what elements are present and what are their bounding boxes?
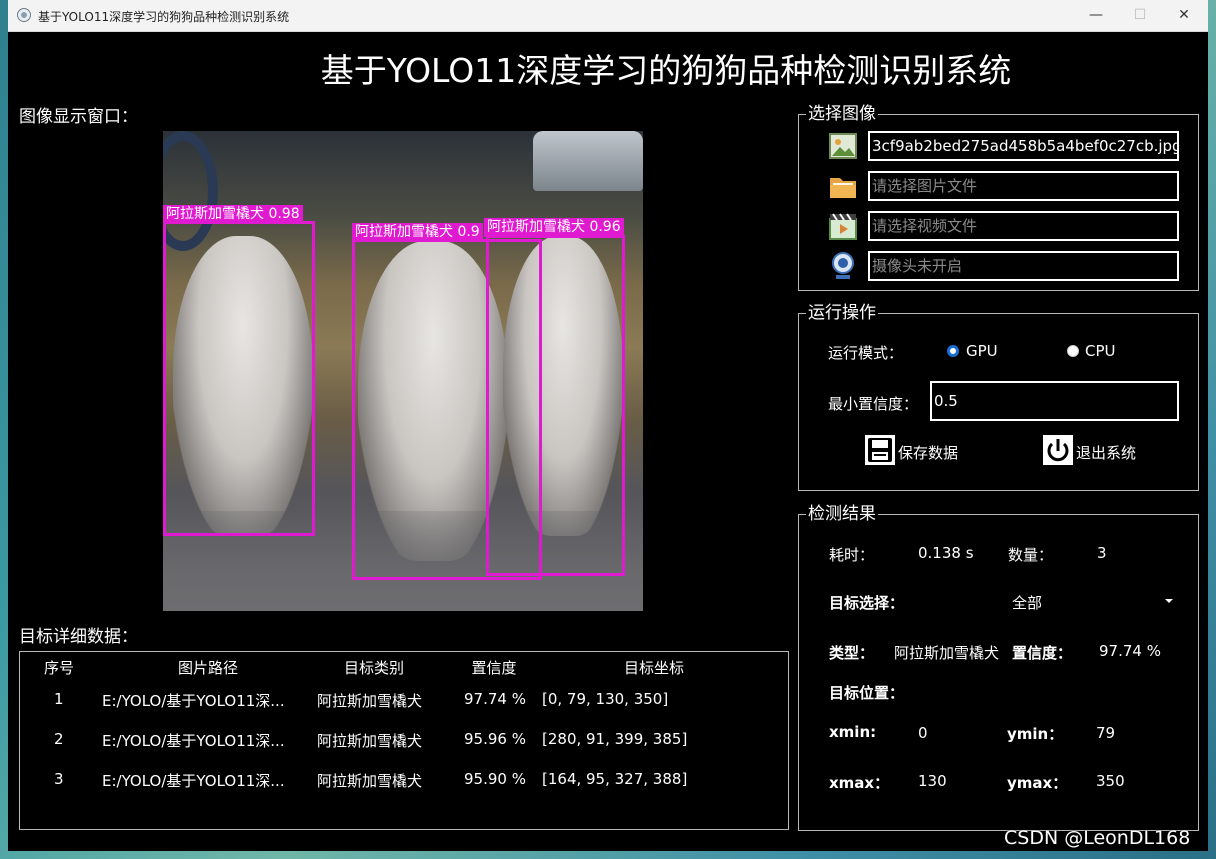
vehicle bbox=[533, 131, 643, 191]
cell-coords: [280, 91, 399, 385] bbox=[542, 730, 688, 748]
count-label: 数量： bbox=[1008, 546, 1054, 564]
detection-box bbox=[486, 235, 625, 576]
cell-path: E:/YOLO/基于YOLO11深... bbox=[102, 772, 285, 790]
window-title: 基于YOLO11深度学习的狗狗品种检测识别系统 bbox=[38, 10, 290, 24]
cell-confidence: 95.96 % bbox=[464, 730, 526, 748]
minimize-button[interactable]: — bbox=[1074, 0, 1118, 31]
cell-path: E:/YOLO/基于YOLO11深... bbox=[102, 732, 285, 750]
type-label: 类型： bbox=[829, 644, 875, 662]
results-title: 检测结果 bbox=[806, 504, 878, 524]
min-confidence-input[interactable]: 0.5 bbox=[930, 381, 1179, 421]
camera-icon[interactable] bbox=[830, 251, 856, 281]
column-header-confidence: 置信度 bbox=[471, 659, 517, 677]
xmin-label: xmin: bbox=[829, 723, 877, 741]
detection-box bbox=[163, 221, 315, 536]
save-icon bbox=[865, 435, 895, 465]
video-file-icon[interactable] bbox=[828, 211, 858, 241]
run-operations-title: 运行操作 bbox=[806, 303, 878, 323]
camera-field[interactable]: 摄像头未开启 bbox=[868, 251, 1179, 281]
position-label: 目标位置： bbox=[829, 684, 905, 702]
column-header-class: 目标类别 bbox=[343, 659, 404, 677]
cell-index: 1 bbox=[54, 690, 64, 708]
image-file-field[interactable]: 3cf9ab2bed275ad458b5a4bef0c27cb.jpg bbox=[868, 131, 1179, 161]
confidence-value: 97.74 % bbox=[1099, 642, 1161, 660]
column-header-path: 图片路径 bbox=[177, 659, 238, 677]
confidence-label: 置信度： bbox=[1012, 644, 1073, 662]
run-mode-label: 运行模式： bbox=[828, 344, 904, 362]
detection-label: 阿拉斯加雪橇犬 0.96 bbox=[484, 218, 624, 237]
cell-index: 2 bbox=[54, 730, 64, 748]
cell-index: 3 bbox=[54, 770, 64, 788]
cell-path: E:/YOLO/基于YOLO11深... bbox=[102, 692, 285, 710]
detection-label: 阿拉斯加雪橇犬 0.98 bbox=[163, 205, 303, 224]
table-label: 目标详细数据： bbox=[19, 627, 138, 647]
cell-class: 阿拉斯加雪橇犬 bbox=[317, 732, 423, 750]
ymin-value: 79 bbox=[1096, 724, 1116, 742]
column-header-index: 序号 bbox=[43, 659, 74, 677]
cell-confidence: 97.74 % bbox=[464, 690, 526, 708]
cell-confidence: 95.90 % bbox=[464, 770, 526, 788]
exit-system-label: 退出系统 bbox=[1076, 444, 1137, 462]
xmax-label: xmax： bbox=[829, 774, 890, 792]
target-select-label: 目标选择： bbox=[829, 594, 905, 612]
video-file-field[interactable]: 请选择视频文件 bbox=[868, 211, 1179, 241]
target-select-value: 全部 bbox=[1012, 594, 1043, 612]
cell-coords: [164, 95, 327, 388] bbox=[542, 770, 688, 788]
save-data-label: 保存数据 bbox=[898, 444, 959, 462]
xmin-value: 0 bbox=[918, 724, 928, 742]
gpu-radio[interactable] bbox=[947, 345, 959, 357]
power-icon bbox=[1043, 435, 1073, 465]
select-image-title: 选择图像 bbox=[806, 104, 878, 124]
app-icon bbox=[17, 8, 31, 22]
type-value: 阿拉斯加雪橇犬 bbox=[894, 644, 1000, 662]
image-folder-field[interactable]: 请选择图片文件 bbox=[868, 171, 1179, 201]
time-label: 耗时： bbox=[829, 546, 875, 564]
gpu-label[interactable]: GPU bbox=[966, 342, 998, 360]
cell-class: 阿拉斯加雪橇犬 bbox=[317, 772, 423, 790]
detection-label: 阿拉斯加雪橇犬 0.9 bbox=[352, 223, 483, 242]
column-header-coords: 目标坐标 bbox=[623, 659, 684, 677]
app-window: 基于YOLO11深度学习的狗狗品种检测识别系统 — ☐ ✕ 基于YOLO11深度… bbox=[8, 0, 1208, 851]
detection-image: 阿拉斯加雪橇犬 0.98 阿拉斯加雪橇犬 0.9 阿拉斯加雪橇犬 0.96 bbox=[163, 131, 643, 611]
title-bar[interactable]: 基于YOLO11深度学习的狗狗品种检测识别系统 — ☐ ✕ bbox=[8, 0, 1208, 32]
min-confidence-label: 最小置信度： bbox=[828, 395, 919, 413]
cell-coords: [0, 79, 130, 350] bbox=[542, 690, 669, 708]
count-value: 3 bbox=[1097, 544, 1107, 562]
chevron-down-icon bbox=[1165, 599, 1173, 603]
watermark: CSDN @LeonDL168 bbox=[1004, 827, 1191, 849]
close-button[interactable]: ✕ bbox=[1162, 0, 1206, 31]
ymax-value: 350 bbox=[1096, 772, 1125, 790]
image-file-icon[interactable] bbox=[828, 131, 858, 161]
cpu-label[interactable]: CPU bbox=[1085, 342, 1116, 360]
cpu-radio[interactable] bbox=[1067, 345, 1079, 357]
cell-class: 阿拉斯加雪橇犬 bbox=[317, 692, 423, 710]
page-title: 基于YOLO11深度学习的狗狗品种检测识别系统 bbox=[320, 51, 1012, 90]
time-value: 0.138 s bbox=[918, 544, 974, 562]
ymax-label: ymax： bbox=[1007, 774, 1068, 792]
maximize-button[interactable]: ☐ bbox=[1118, 0, 1162, 31]
ymin-label: ymin： bbox=[1007, 725, 1064, 743]
folder-icon[interactable] bbox=[828, 171, 858, 201]
image-panel-label: 图像显示窗口： bbox=[19, 107, 138, 127]
xmax-value: 130 bbox=[918, 772, 947, 790]
